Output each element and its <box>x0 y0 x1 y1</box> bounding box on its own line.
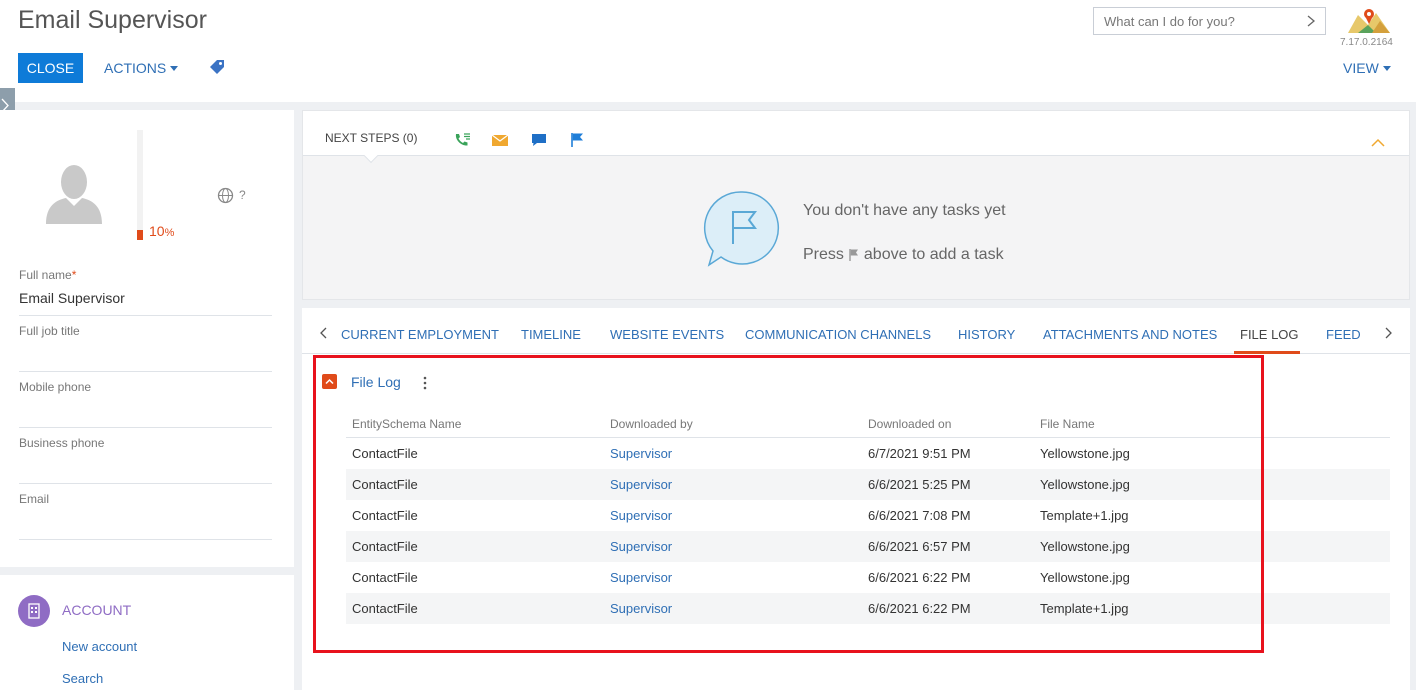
active-tab-indicator <box>1234 351 1300 354</box>
empty-tasks-message: You don't have any tasks yet <box>803 202 1006 219</box>
tab-timeline[interactable]: TIMELINE <box>521 327 581 342</box>
next-steps-header: NEXT STEPS (0) <box>303 111 1409 164</box>
next-steps-panel: NEXT STEPS (0) You don't have any tasks … <box>302 110 1410 300</box>
next-steps-title[interactable]: NEXT STEPS (0) <box>325 131 417 145</box>
hint-before: Press <box>803 246 844 263</box>
full-name-label: Full name <box>19 268 72 282</box>
command-search[interactable] <box>1093 7 1326 35</box>
tab-current-employment[interactable]: CURRENT EMPLOYMENT <box>341 327 499 342</box>
job-title-value[interactable] <box>19 346 272 363</box>
account-title: ACCOUNT <box>62 602 132 618</box>
business-phone-label: Business phone <box>19 436 105 450</box>
mobile-phone-field[interactable]: Mobile phone <box>19 380 272 428</box>
profile-panel: 10% ? Full name* Email Supervisor Full j… <box>0 110 294 567</box>
completeness-unit: % <box>164 227 175 239</box>
page-title: Email Supervisor <box>18 6 207 34</box>
tab-history[interactable]: HISTORY <box>958 327 1015 342</box>
tab-feed[interactable]: FEED <box>1326 327 1361 342</box>
mobile-phone-label: Mobile phone <box>19 380 92 394</box>
field-label: Full name* <box>19 268 272 282</box>
building-icon <box>18 595 50 627</box>
tab-communication-channels[interactable]: COMMUNICATION CHANNELS <box>745 327 931 342</box>
new-account-link[interactable]: New account <box>62 639 137 654</box>
search-input[interactable] <box>1094 8 1294 34</box>
view-label: VIEW <box>1343 60 1379 76</box>
chevron-up-icon[interactable] <box>1371 138 1385 148</box>
flag-icon[interactable] <box>569 132 587 148</box>
actions-button[interactable]: ACTIONS <box>104 53 179 83</box>
business-phone-value[interactable] <box>19 458 272 475</box>
timezone-help[interactable]: ? <box>239 188 246 202</box>
actions-label: ACTIONS <box>104 60 167 76</box>
chevron-right-icon[interactable] <box>1306 15 1316 27</box>
job-title-field[interactable]: Full job title <box>19 324 272 372</box>
chat-icon[interactable] <box>530 132 548 148</box>
search-account-link[interactable]: Search <box>62 671 103 686</box>
business-phone-field[interactable]: Business phone <box>19 436 272 484</box>
completeness-number: 10 <box>149 223 165 239</box>
tab-file-log[interactable]: FILE LOG <box>1240 327 1299 342</box>
profile-completeness-fill <box>137 230 143 240</box>
email-icon[interactable] <box>491 132 509 148</box>
version-label: 7.17.0.2164 <box>1340 37 1393 48</box>
email-label: Email <box>19 492 50 506</box>
view-button[interactable]: VIEW <box>1343 53 1391 83</box>
chevron-down-icon <box>1382 65 1391 71</box>
logo-icon[interactable] <box>1346 5 1392 35</box>
email-value[interactable] <box>19 514 272 531</box>
full-name-value[interactable]: Email Supervisor <box>19 290 272 307</box>
tag-icon[interactable] <box>209 59 225 75</box>
account-panel: ACCOUNT New account Search <box>0 575 294 690</box>
avatar-icon[interactable] <box>44 160 104 226</box>
flag-icon <box>849 248 858 261</box>
full-name-field[interactable]: Full name* Email Supervisor <box>19 268 272 316</box>
profile-completeness-track <box>137 130 143 240</box>
call-icon[interactable] <box>453 132 471 148</box>
chevron-right-icon[interactable] <box>1384 327 1392 339</box>
email-field[interactable]: Email <box>19 492 272 540</box>
tab-attachments-and-notes[interactable]: ATTACHMENTS AND NOTES <box>1043 327 1217 342</box>
annotation-highlight <box>313 355 1264 653</box>
empty-tasks-hint: Press above to add a task <box>803 246 1004 264</box>
page-header: Email Supervisor CLOSE ACTIONS 7.17.0.21… <box>0 0 1416 102</box>
required-mark: * <box>71 268 77 282</box>
globe-icon[interactable] <box>217 187 234 204</box>
detail-tabs: CURRENT EMPLOYMENT TIMELINE WEBSITE EVEN… <box>302 308 1410 354</box>
close-button[interactable]: CLOSE <box>18 53 83 83</box>
tab-pointer <box>363 148 379 164</box>
empty-tasks-flag-icon <box>703 191 780 267</box>
profile-completeness-value[interactable]: 10% <box>149 223 174 239</box>
job-title-label: Full job title <box>19 324 80 338</box>
mobile-phone-value[interactable] <box>19 402 272 419</box>
tab-website-events[interactable]: WEBSITE EVENTS <box>610 327 724 342</box>
chevron-left-icon[interactable] <box>320 327 328 339</box>
chevron-down-icon <box>170 65 179 71</box>
hint-after: above to add a task <box>863 246 1004 263</box>
